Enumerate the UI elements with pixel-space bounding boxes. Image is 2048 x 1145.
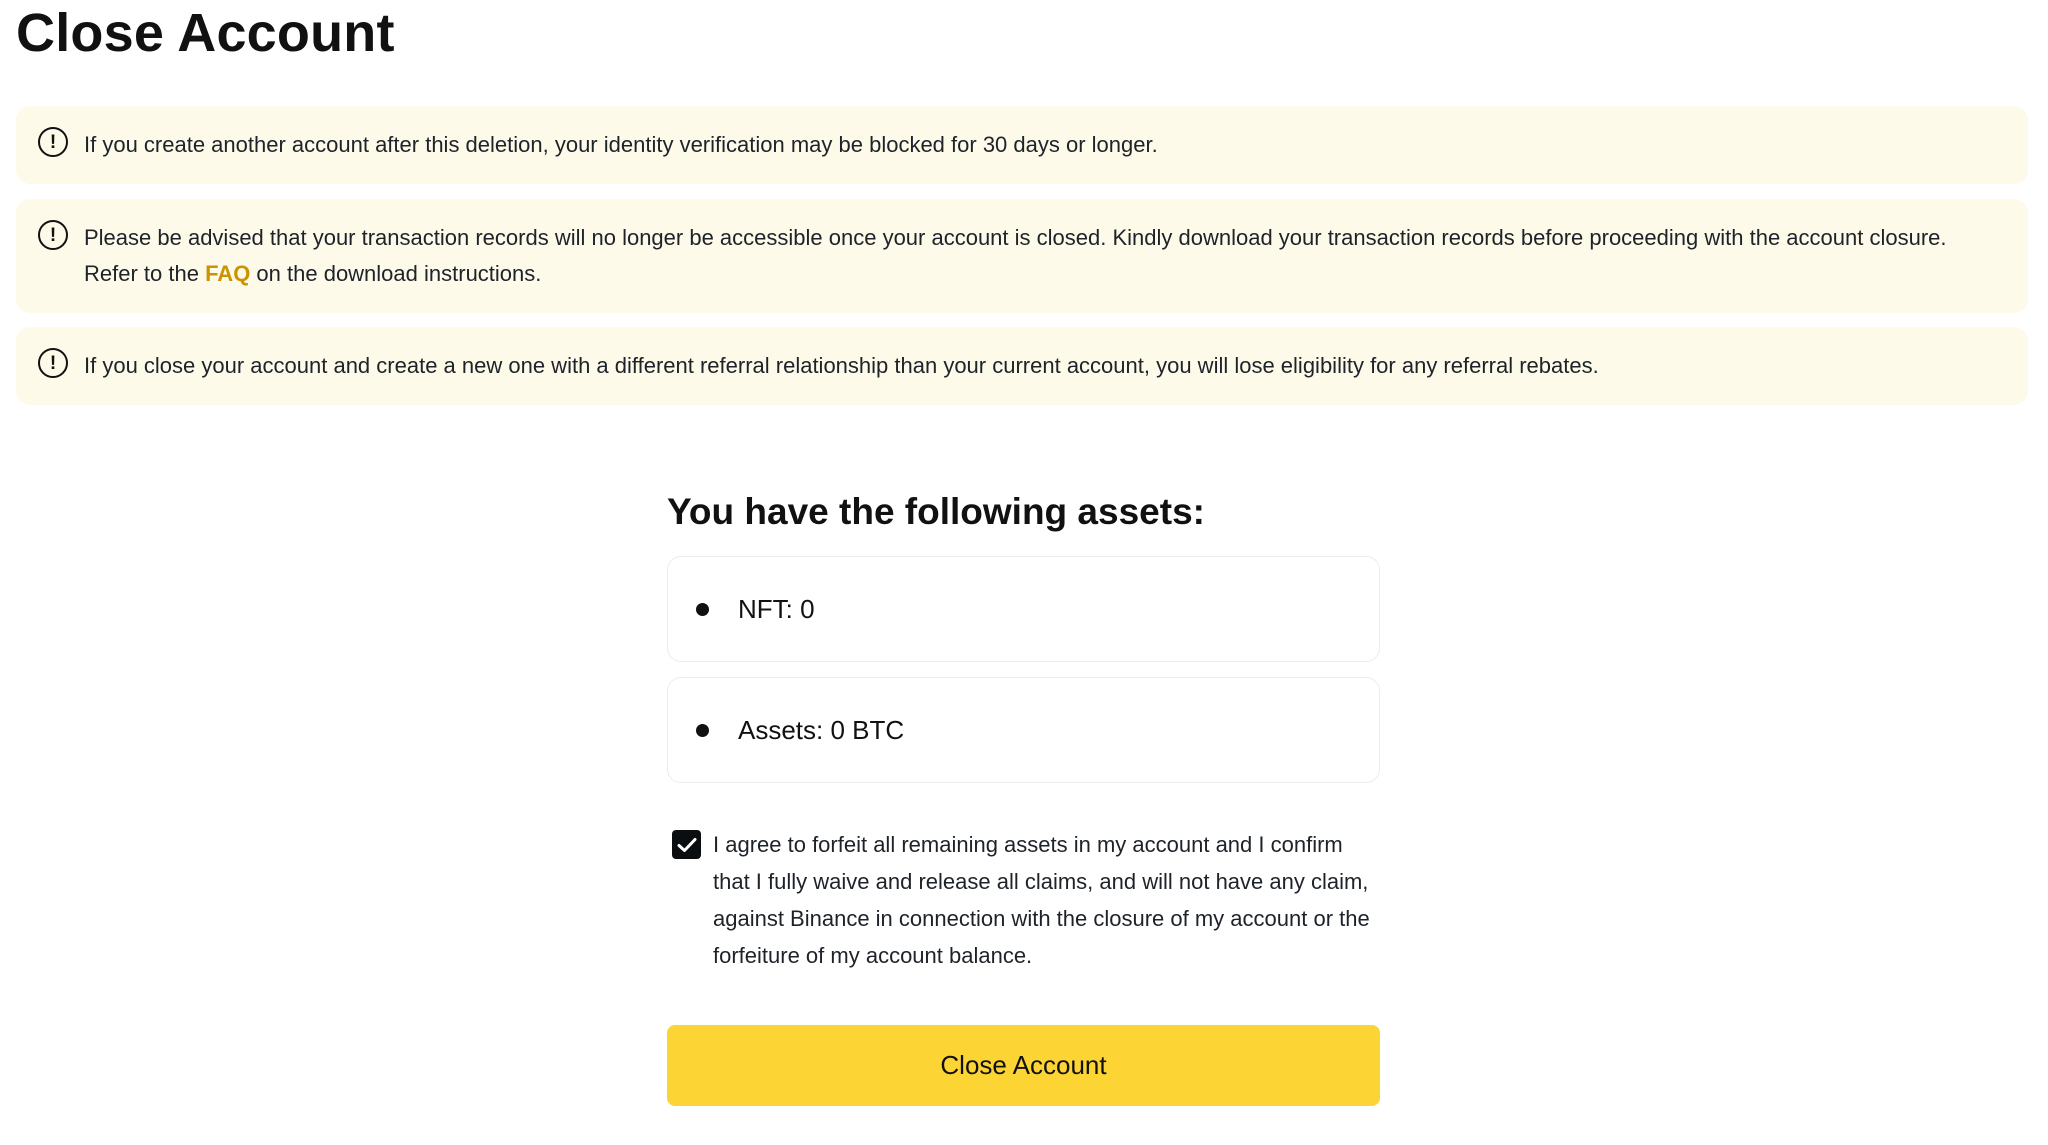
agree-checkbox[interactable]	[672, 830, 701, 859]
page-title: Close Account	[16, 3, 395, 63]
asset-label: Assets: 0 BTC	[738, 714, 905, 745]
asset-item-nft: NFT: 0	[667, 556, 1380, 662]
notice-text-after: on the download instructions.	[250, 261, 542, 286]
checkmark-icon	[677, 837, 696, 852]
asset-item-btc: Assets: 0 BTC	[667, 677, 1380, 783]
agreement-row: I agree to forfeit all remaining assets …	[672, 826, 1392, 974]
asset-label: NFT: 0	[738, 593, 815, 624]
agreement-text: I agree to forfeit all remaining assets …	[713, 832, 1370, 968]
exclamation-circle-icon: !	[38, 220, 68, 250]
notice-identity-verification: ! If you create another account after th…	[16, 106, 2028, 184]
bullet-icon	[696, 602, 709, 616]
faq-link[interactable]: FAQ	[205, 261, 250, 286]
notice-text: If you create another account after this…	[84, 132, 1158, 157]
close-account-button[interactable]: Close Account	[667, 1025, 1380, 1106]
notice-text: Please be advised that your transaction …	[84, 220, 1988, 292]
notice-referral-rebates: ! If you close your account and create a…	[16, 327, 2028, 405]
assets-title: You have the following assets:	[667, 491, 1205, 532]
notice-transaction-records: ! Please be advised that your transactio…	[16, 199, 2028, 313]
exclamation-circle-icon: !	[38, 348, 68, 378]
bullet-icon	[696, 723, 709, 737]
notice-text: If you close your account and create a n…	[84, 353, 1599, 378]
exclamation-circle-icon: !	[38, 127, 68, 157]
